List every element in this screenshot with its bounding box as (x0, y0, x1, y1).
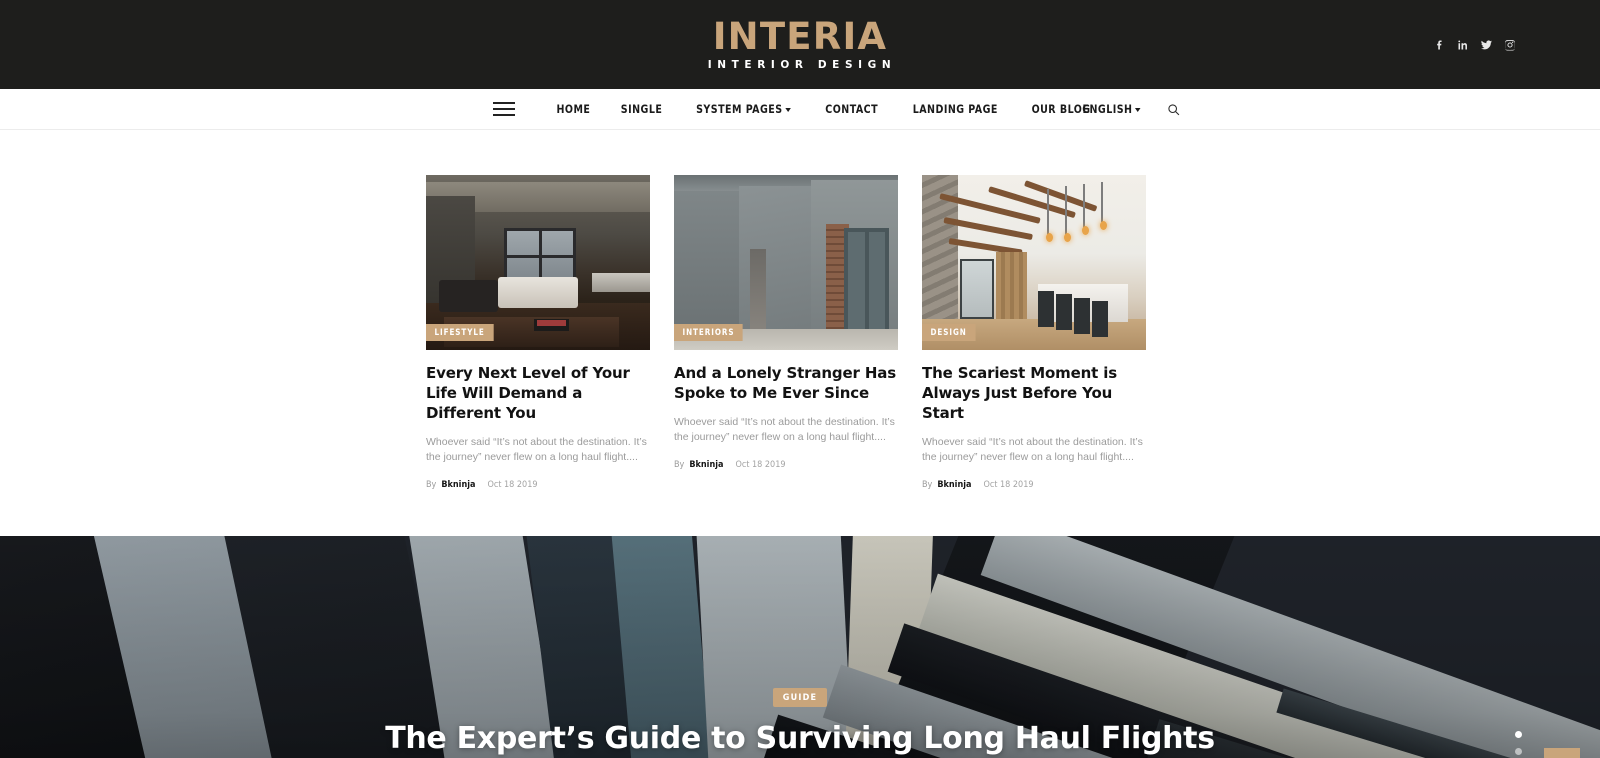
hero-title[interactable]: The Expert’s Guide to Surviving Long Hau… (0, 721, 1600, 756)
instagram-icon[interactable] (1504, 39, 1516, 51)
post-author[interactable]: Bkninja (937, 480, 971, 490)
hamburger-line (492, 102, 515, 104)
hero-slider[interactable]: GUIDE The Expert’s Guide to Surviving Lo… (0, 536, 1600, 758)
latest-posts-section: LIFESTYLE Every Next Level of Your Life … (0, 130, 1600, 537)
post-by-label: By (922, 480, 933, 491)
post-excerpt: Whoever said “It’s not about the destina… (922, 435, 1143, 464)
hamburger-line (492, 114, 515, 116)
language-selector[interactable]: ENGLISH (1082, 102, 1141, 116)
main-navigation: HOME SINGLE SYSTEM PAGES CONTACT LANDING… (0, 89, 1600, 130)
post-excerpt: Whoever said “It’s not about the destina… (674, 415, 895, 444)
back-to-top-button[interactable] (1544, 748, 1580, 758)
post-meta: By Bkninja Oct 18 2019 (922, 480, 1146, 490)
nav-item-home[interactable]: HOME (543, 102, 603, 116)
search-icon[interactable] (1167, 103, 1180, 116)
nav-item-contact[interactable]: CONTACT (813, 102, 892, 116)
post-title[interactable]: The Scariest Moment is Always Just Befor… (922, 364, 1146, 424)
post-title[interactable]: And a Lonely Stranger Has Spoke to Me Ev… (674, 364, 898, 404)
post-thumbnail[interactable]: LIFESTYLE (426, 175, 650, 350)
post-meta: By Bkninja Oct 18 2019 (426, 480, 650, 490)
nav-utilities: ENGLISH (1080, 102, 1180, 116)
social-links (1434, 39, 1516, 51)
chevron-down-icon (1134, 108, 1141, 112)
post-card[interactable]: LIFESTYLE Every Next Level of Your Life … (426, 175, 650, 490)
nav-item-system-pages-label: SYSTEM PAGES (696, 102, 784, 116)
post-author[interactable]: Bkninja (689, 460, 723, 470)
post-category-badge[interactable]: DESIGN (922, 324, 976, 341)
post-date: Oct 18 2019 (735, 460, 786, 471)
hero-content: GUIDE The Expert’s Guide to Surviving Lo… (0, 687, 1600, 756)
site-logo[interactable]: INTERIA INTERIOR DESIGN (704, 14, 897, 72)
post-category-badge[interactable]: LIFESTYLE (426, 324, 494, 341)
facebook-icon[interactable] (1434, 39, 1446, 51)
post-thumbnail[interactable]: DESIGN (922, 175, 1146, 350)
logo-wordmark: INTERIA (712, 14, 888, 58)
post-date: Oct 18 2019 (487, 480, 538, 491)
nav-items-group: HOME SINGLE SYSTEM PAGES CONTACT LANDING… (492, 102, 1108, 116)
post-author[interactable]: Bkninja (441, 480, 475, 490)
post-by-label: By (426, 480, 437, 491)
post-card[interactable]: INTERIORS And a Lonely Stranger Has Spok… (674, 175, 898, 490)
hamburger-icon[interactable] (492, 102, 515, 116)
linkedin-icon[interactable] (1457, 39, 1469, 51)
nav-item-landing-page[interactable]: LANDING PAGE (900, 102, 1011, 116)
post-thumbnail[interactable]: INTERIORS (674, 175, 898, 350)
post-category-badge[interactable]: INTERIORS (674, 324, 743, 341)
post-meta: By Bkninja Oct 18 2019 (674, 460, 898, 470)
hamburger-line (492, 108, 515, 110)
slider-pagination-dots[interactable] (1515, 731, 1522, 758)
hero-category-badge[interactable]: GUIDE (772, 688, 828, 708)
nav-item-single[interactable]: SINGLE (608, 102, 675, 116)
post-card[interactable]: DESIGN The Scariest Moment is Always Jus… (922, 175, 1146, 490)
logo-tagline: INTERIOR DESIGN (707, 59, 897, 72)
chevron-down-icon (785, 108, 792, 112)
site-header: INTERIA INTERIOR DESIGN (0, 0, 1600, 89)
slider-dot-2[interactable] (1515, 748, 1522, 756)
post-by-label: By (674, 460, 685, 471)
nav-item-system-pages[interactable]: SYSTEM PAGES (684, 102, 804, 116)
post-date: Oct 18 2019 (983, 480, 1034, 491)
post-excerpt: Whoever said “It’s not about the destina… (426, 435, 647, 464)
language-selector-label: ENGLISH (1082, 102, 1133, 116)
post-title[interactable]: Every Next Level of Your Life Will Deman… (426, 364, 650, 424)
slider-dot-1[interactable] (1515, 731, 1522, 739)
posts-grid: LIFESTYLE Every Next Level of Your Life … (426, 175, 1174, 490)
twitter-icon[interactable] (1480, 39, 1493, 51)
